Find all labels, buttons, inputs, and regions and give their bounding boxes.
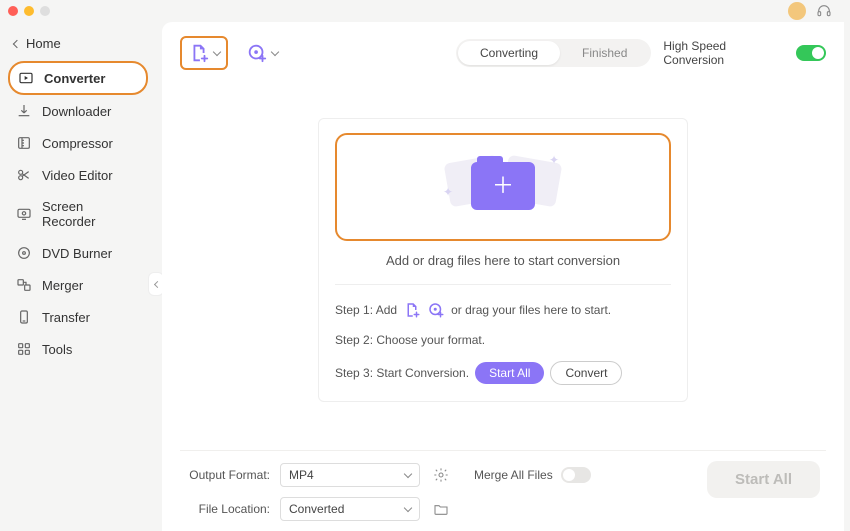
sidebar-item-label: DVD Burner <box>42 246 112 261</box>
start-all-button[interactable]: Start All <box>707 461 820 498</box>
chevron-down-icon <box>213 47 221 55</box>
sidebar-item-compressor[interactable]: Compressor <box>8 127 148 159</box>
sidebar-item-converter[interactable]: Converter <box>8 61 148 95</box>
sidebar-item-label: Screen Recorder <box>42 199 140 229</box>
hsc-toggle[interactable] <box>796 45 826 61</box>
toolbar: Converting Finished High Speed Conversio… <box>180 36 826 70</box>
sidebar-item-tools[interactable]: Tools <box>8 333 148 365</box>
plus-icon: ＋ <box>492 175 514 197</box>
window-maximize-button[interactable] <box>40 6 50 16</box>
sidebar-item-label: Converter <box>44 71 105 86</box>
file-location-value: Converted <box>289 502 344 516</box>
sidebar-item-label: Compressor <box>42 136 113 151</box>
screen-recorder-icon <box>16 206 32 222</box>
step-2: Step 2: Choose your format. <box>335 333 671 347</box>
convert-pill[interactable]: Convert <box>550 361 622 385</box>
sidebar-item-merger[interactable]: Merger <box>8 269 148 301</box>
sidebar-item-label: Tools <box>42 342 72 357</box>
hsc-label: High Speed Conversion <box>663 39 788 67</box>
chevron-left-icon <box>13 39 21 47</box>
add-folder-graphic: ✦ ✦ ＋ <box>443 151 563 221</box>
sidebar: Home Converter Downloader Compressor Vid… <box>0 22 156 531</box>
footer: Output Format: MP4 Merge All Files File … <box>180 450 826 521</box>
file-location-select[interactable]: Converted <box>280 497 420 521</box>
merger-icon <box>16 277 32 293</box>
tools-icon <box>16 341 32 357</box>
add-dvd-icon[interactable] <box>427 301 445 319</box>
status-tabs: Converting Finished <box>456 39 651 67</box>
add-file-button[interactable] <box>180 36 228 70</box>
transfer-icon <box>16 309 32 325</box>
home-back-button[interactable]: Home <box>8 28 148 61</box>
open-folder-button[interactable] <box>430 498 452 520</box>
steps: Step 1: Add or drag your files here to s… <box>335 284 671 385</box>
compressor-icon <box>16 135 32 151</box>
home-label: Home <box>26 36 61 51</box>
sidebar-item-transfer[interactable]: Transfer <box>8 301 148 333</box>
output-format-label: Output Format: <box>180 468 270 482</box>
output-format-select[interactable]: MP4 <box>280 463 420 487</box>
step1-suffix: or drag your files here to start. <box>451 303 611 317</box>
add-dvd-icon <box>246 42 268 64</box>
window-minimize-button[interactable] <box>24 6 34 16</box>
start-all-pill[interactable]: Start All <box>475 362 544 384</box>
window-close-button[interactable] <box>8 6 18 16</box>
sidebar-item-label: Downloader <box>42 104 111 119</box>
merge-toggle[interactable] <box>561 467 591 483</box>
sidebar-item-video-editor[interactable]: Video Editor <box>8 159 148 191</box>
add-file-icon <box>188 42 210 64</box>
chevron-down-icon <box>271 47 279 55</box>
dropzone-hint: Add or drag files here to start conversi… <box>335 253 671 268</box>
window-titlebar <box>0 0 850 22</box>
dropzone[interactable]: ✦ ✦ ＋ Add or drag files here to start co… <box>318 118 688 402</box>
user-avatar[interactable] <box>788 2 806 20</box>
main-panel: Converting Finished High Speed Conversio… <box>162 22 844 531</box>
output-settings-button[interactable] <box>430 464 452 486</box>
sidebar-item-label: Transfer <box>42 310 90 325</box>
add-file-icon[interactable] <box>403 301 421 319</box>
headset-icon[interactable] <box>816 3 832 19</box>
file-location-label: File Location: <box>180 502 270 516</box>
sidebar-item-downloader[interactable]: Downloader <box>8 95 148 127</box>
sidebar-item-label: Video Editor <box>42 168 113 183</box>
step1-prefix: Step 1: Add <box>335 303 397 317</box>
downloader-icon <box>16 103 32 119</box>
video-editor-icon <box>16 167 32 183</box>
sidebar-item-dvd-burner[interactable]: DVD Burner <box>8 237 148 269</box>
output-format-value: MP4 <box>289 468 314 482</box>
high-speed-conversion: High Speed Conversion <box>663 39 826 67</box>
dropzone-upper[interactable]: ✦ ✦ ＋ <box>335 133 671 241</box>
step-3: Step 3: Start Conversion. Start All Conv… <box>335 361 671 385</box>
converter-icon <box>18 70 34 86</box>
add-dvd-button[interactable] <box>240 38 284 68</box>
merge-label: Merge All Files <box>474 468 553 482</box>
chevron-left-icon <box>153 280 160 287</box>
sidebar-item-screen-recorder[interactable]: Screen Recorder <box>8 191 148 237</box>
merge-all-files: Merge All Files <box>474 467 591 483</box>
chevron-down-icon <box>404 503 412 511</box>
tab-finished[interactable]: Finished <box>560 41 649 65</box>
step-1: Step 1: Add or drag your files here to s… <box>335 301 671 319</box>
chevron-down-icon <box>404 469 412 477</box>
step3-prefix: Step 3: Start Conversion. <box>335 366 469 380</box>
sidebar-item-label: Merger <box>42 278 83 293</box>
dvd-burner-icon <box>16 245 32 261</box>
tab-converting[interactable]: Converting <box>458 41 560 65</box>
